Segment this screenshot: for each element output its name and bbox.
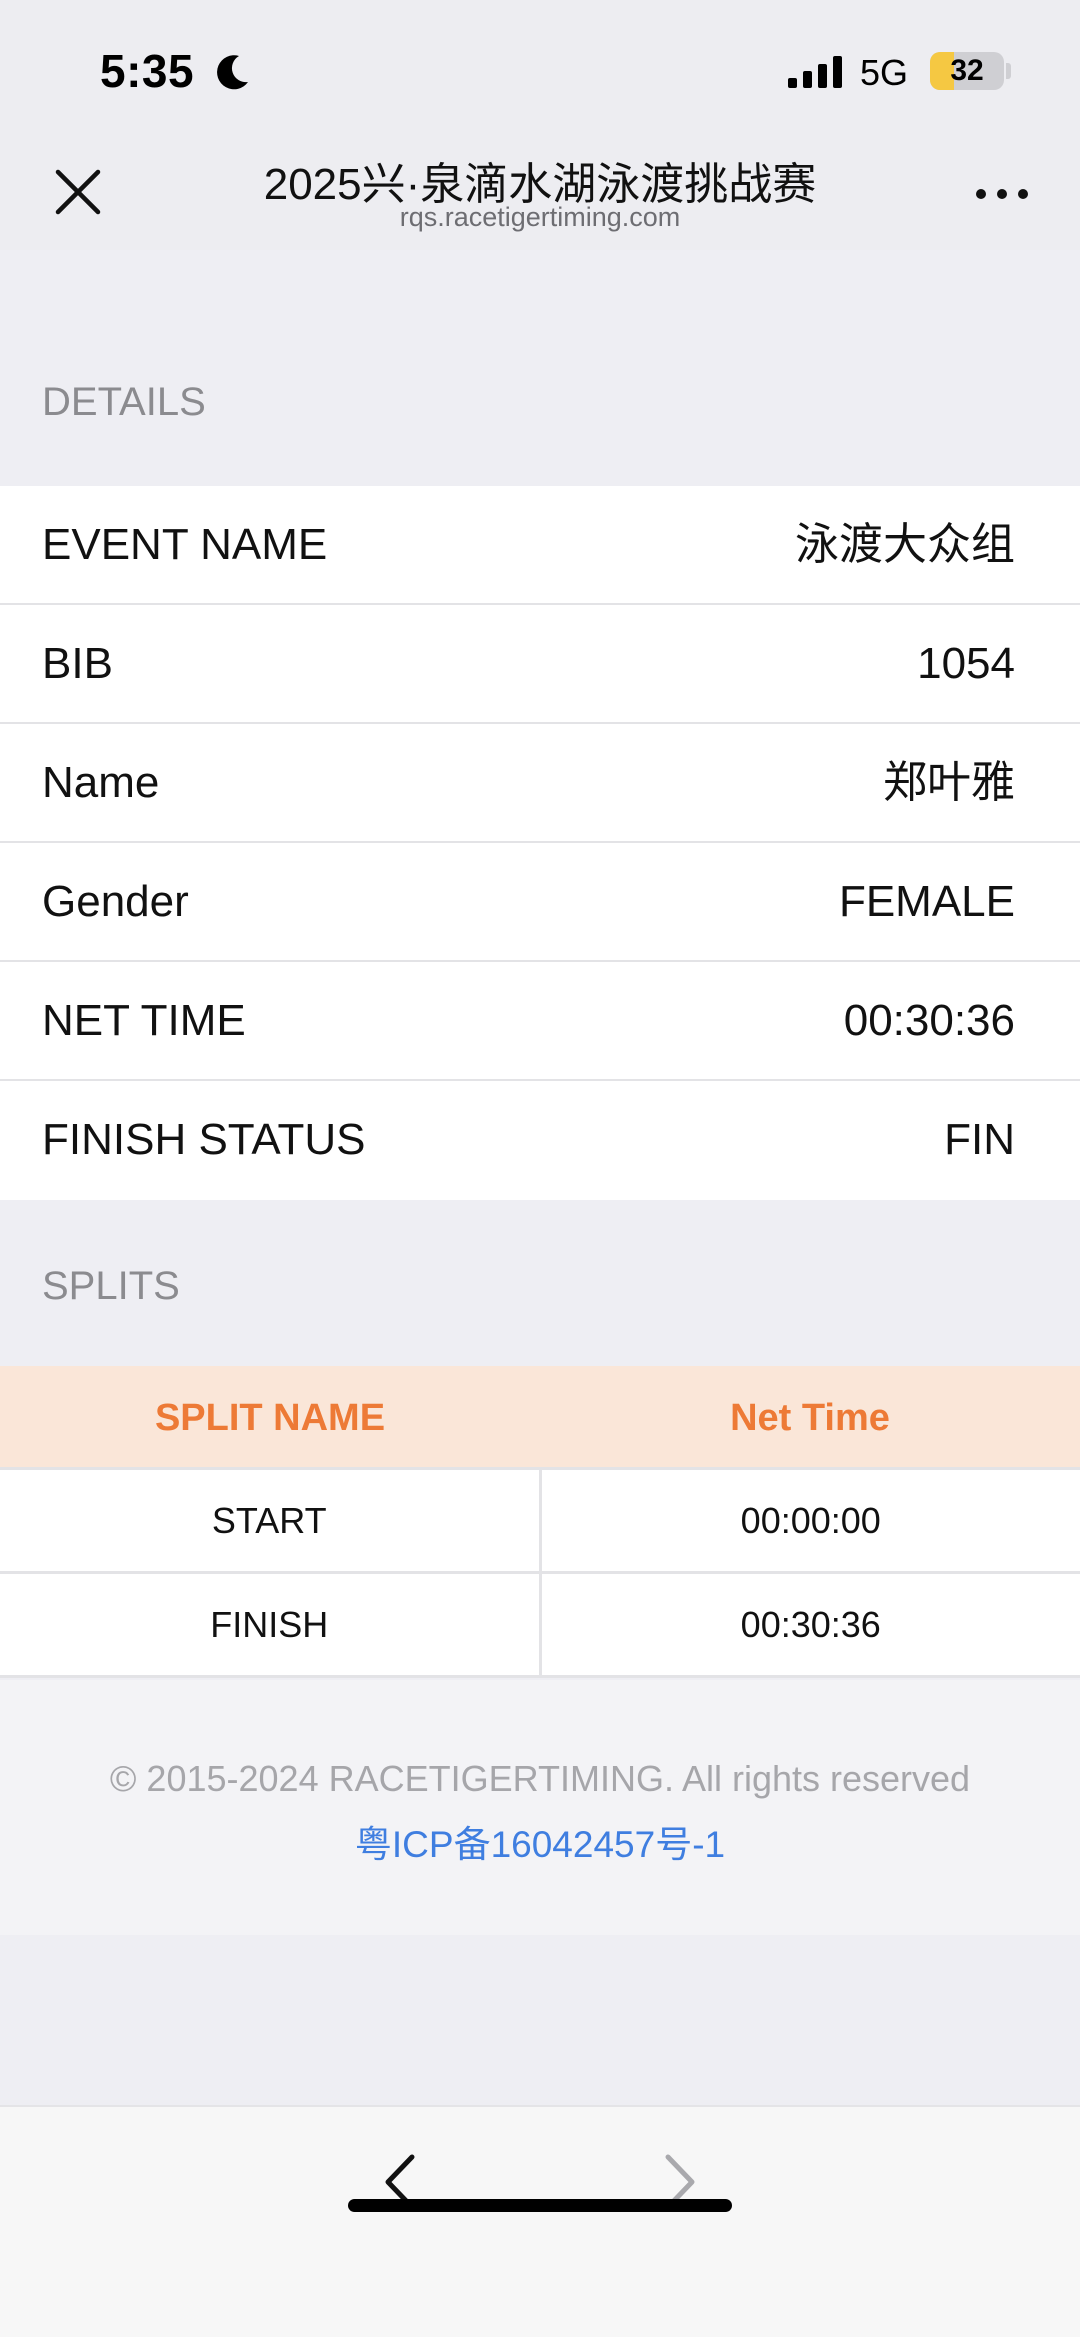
detail-row-bib: BIB 1054 [0,605,1080,724]
split-name-cell: START [211,1500,327,1541]
table-row: START 00:00:00 [0,1470,1080,1574]
nav-header: 2025兴·泉滴水湖泳渡挑战赛 rqs.racetigertiming.com [0,140,1080,250]
footer: © 2015-2024 RACETIGERTIMING. All rights … [0,1680,1080,1935]
split-time-cell: 00:00:00 [538,1470,1080,1571]
splits-section-header: SPLITS [0,1200,1080,1366]
icp-link[interactable]: 粤ICP备16042457号-1 [0,1814,1080,1868]
detail-label: NET TIME [42,996,246,1045]
table-row: FINISH 00:30:36 [0,1574,1080,1678]
splits-table-header: SPLIT NAME Net Time [0,1366,1080,1470]
details-title: DETAILS [42,380,206,424]
details-list: EVENT NAME 泳渡大众组 BIB 1054 Name 郑叶雅 Gende… [0,486,1080,1200]
column-header-split-name: SPLIT NAME [154,1397,386,1439]
detail-label: BIB [42,639,113,688]
detail-value: 00:30:36 [843,996,1015,1045]
details-section-header: DETAILS [0,250,1080,486]
detail-value: 郑叶雅 [883,758,1015,807]
detail-row-event-name: EVENT NAME 泳渡大众组 [0,486,1080,605]
status-bar: 5:35 5G 32 [0,0,1080,140]
detail-value: FIN [944,1115,1015,1164]
more-dot [997,189,1007,199]
close-icon[interactable] [50,164,106,220]
copyright-text: © 2015-2024 RACETIGERTIMING. All rights … [109,1758,971,1799]
detail-row-finish-status: FINISH STATUS FIN [0,1081,1080,1200]
bottom-toolbar [0,2105,1080,2337]
detail-label: FINISH STATUS [42,1115,366,1164]
battery-percent: 32 [950,54,984,87]
page-url: rqs.racetigertiming.com [399,202,681,232]
detail-row-gender: Gender FEMALE [0,843,1080,962]
splits-title: SPLITS [42,1264,180,1308]
status-time: 5:35 [100,45,195,97]
split-time-cell: 00:30:36 [538,1574,1080,1675]
column-header-net-time: Net Time [730,1397,890,1439]
detail-value: 1054 [917,639,1015,688]
signal-icon [788,56,842,88]
detail-value: FEMALE [838,877,1015,926]
detail-row-name: Name 郑叶雅 [0,724,1080,843]
home-indicator [348,2199,732,2212]
split-name-cell: FINISH [210,1604,329,1645]
more-icon[interactable] [972,174,1032,214]
moon-icon [217,55,248,90]
page: 5:35 5G 32 2025兴·泉滴水湖泳渡挑战赛 rqs.racetiger… [0,0,1080,2337]
detail-row-net-time: NET TIME 00:30:36 [0,962,1080,1081]
more-dot [976,189,986,199]
battery-icon: 32 [930,52,1004,90]
detail-value: 泳渡大众组 [795,520,1015,569]
network-label: 5G [860,52,909,93]
detail-label: Gender [42,877,189,926]
battery-cap [1006,63,1011,79]
more-dot [1018,189,1028,199]
splits-table: SPLIT NAME Net Time START 00:00:00 FINIS… [0,1366,1080,1678]
detail-label: Name [42,758,160,807]
detail-label: EVENT NAME [42,520,328,569]
